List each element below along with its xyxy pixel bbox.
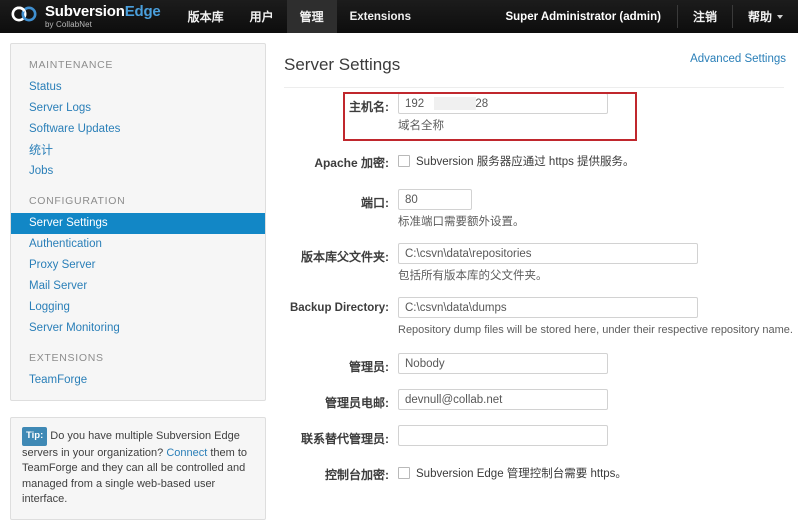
chevron-down-icon (777, 14, 783, 19)
divider (284, 87, 784, 88)
tip-text-before: Do you have multiple Subversion Edge ser… (22, 430, 240, 459)
sidebar: MAINTENANCE Status Server Logs Software … (10, 43, 266, 520)
sidebar-nav-panel: MAINTENANCE Status Server Logs Software … (10, 43, 266, 401)
sidebar-item-server-settings[interactable]: Server Settings (11, 213, 265, 234)
help-menu-label: 帮助 (747, 10, 772, 24)
sidebar-item-server-monitoring[interactable]: Server Monitoring (11, 318, 265, 339)
primary-nav: 版本库 用户 管理 Extensions (175, 0, 424, 33)
console-encryption-checkbox[interactable] (398, 467, 410, 479)
port-label: 端口: (361, 196, 389, 210)
brand-tagline: by CollabNet (45, 19, 93, 29)
apache-encryption-label: Apache 加密: (314, 156, 389, 170)
main-content: Server Settings Advanced Settings 主机名: 域… (266, 43, 798, 500)
nav-tab-administration[interactable]: 管理 (286, 0, 337, 33)
port-hint: 标准端口需要额外设置。 (398, 216, 525, 228)
apache-encryption-checkbox-label: Subversion 服务器应通过 https 提供服务。 (416, 156, 635, 168)
sidebar-item-teamforge[interactable]: TeamForge (11, 370, 265, 391)
current-user-label: Super Administrator (admin) (505, 10, 661, 23)
sidebar-item-server-logs[interactable]: Server Logs (11, 98, 265, 119)
sidebar-item-software-updates[interactable]: Software Updates (11, 119, 265, 140)
advanced-settings-link[interactable]: Advanced Settings (690, 53, 786, 65)
sidebar-heading-configuration: CONFIGURATION (29, 195, 126, 207)
sidebar-item-status[interactable]: Status (11, 77, 265, 98)
top-navigation-bar: SubversionEdge by CollabNet 版本库 用户 管理 Ex… (0, 0, 798, 33)
nav-tab-users[interactable]: 用户 (237, 0, 287, 33)
form-row-admin-email: 管理员电邮: (266, 389, 798, 415)
brand-name-primary: Subversion (45, 2, 125, 20)
hostname-hint: 域名全称 (398, 120, 444, 132)
brand-name-secondary: Edge (124, 2, 161, 20)
sidebar-heading-maintenance: MAINTENANCE (29, 59, 114, 71)
form-row-backup-dir: Backup Directory: Repository dump files … (266, 297, 798, 337)
help-menu-button[interactable]: 帮助 (733, 0, 798, 33)
page-title: Server Settings (284, 55, 401, 74)
admin-input[interactable] (398, 353, 608, 374)
admin-email-label: 管理员电邮: (325, 396, 389, 410)
logout-button[interactable]: 注销 (678, 0, 732, 33)
form-row-port: 端口: 标准端口需要额外设置。 (266, 189, 798, 229)
brand-logo[interactable]: SubversionEdge by CollabNet (0, 0, 175, 33)
sidebar-item-jobs[interactable]: Jobs (11, 161, 265, 182)
repo-parent-label: 版本库父文件夹: (301, 250, 389, 264)
apache-encryption-checkbox[interactable] (398, 155, 410, 167)
nav-tab-extensions[interactable]: Extensions (337, 0, 424, 33)
backup-dir-hint: Repository dump files will be stored her… (398, 324, 793, 336)
form-row-admin: 管理员: (266, 353, 798, 379)
backup-dir-label: Backup Directory: (289, 302, 389, 314)
console-encryption-label: 控制台加密: (325, 468, 389, 482)
form-row-apache-encryption: Apache 加密: Subversion 服务器应通过 https 提供服务。 (266, 149, 798, 175)
alt-admin-input[interactable] (398, 425, 608, 446)
tip-badge: Tip: (22, 427, 48, 446)
top-right-area: Super Administrator (admin) 注销 帮助 (489, 0, 798, 33)
backup-dir-input[interactable] (398, 297, 698, 318)
sidebar-item-proxy-server[interactable]: Proxy Server (11, 255, 265, 276)
form-row-console-encryption: 控制台加密: Subversion Edge 管理控制台需要 https。 (266, 461, 798, 487)
repo-parent-hint: 包括所有版本库的父文件夹。 (398, 270, 548, 282)
console-encryption-checkbox-label: Subversion Edge 管理控制台需要 https。 (416, 468, 627, 480)
hostname-label: 主机名: (349, 100, 389, 114)
admin-label: 管理员: (349, 360, 389, 374)
sidebar-item-authentication[interactable]: Authentication (11, 234, 265, 255)
sidebar-heading-extensions: EXTENSIONS (29, 352, 104, 364)
server-settings-form: 主机名: 域名全称 Apache 加密: Subversion 服务器应通过 h… (266, 93, 798, 487)
form-row-hostname: 主机名: 域名全称 (266, 93, 798, 133)
sidebar-item-mail-server[interactable]: Mail Server (11, 276, 265, 297)
interlocking-rings-icon (8, 6, 38, 28)
tip-connect-link[interactable]: Connect (166, 447, 207, 459)
form-row-repo-parent: 版本库父文件夹: 包括所有版本库的父文件夹。 (266, 243, 798, 283)
form-row-alt-admin: 联系替代管理员: (266, 425, 798, 451)
nav-tab-repositories[interactable]: 版本库 (175, 0, 237, 33)
repo-parent-input[interactable] (398, 243, 698, 264)
hostname-input[interactable] (398, 93, 608, 114)
sidebar-item-logging[interactable]: Logging (11, 297, 265, 318)
sidebar-tip-box: Tip: Do you have multiple Subversion Edge… (10, 417, 266, 520)
sidebar-item-statistics[interactable]: 统计 (11, 140, 265, 161)
port-input[interactable] (398, 189, 472, 210)
alt-admin-label: 联系替代管理员: (301, 432, 389, 446)
admin-email-input[interactable] (398, 389, 608, 410)
